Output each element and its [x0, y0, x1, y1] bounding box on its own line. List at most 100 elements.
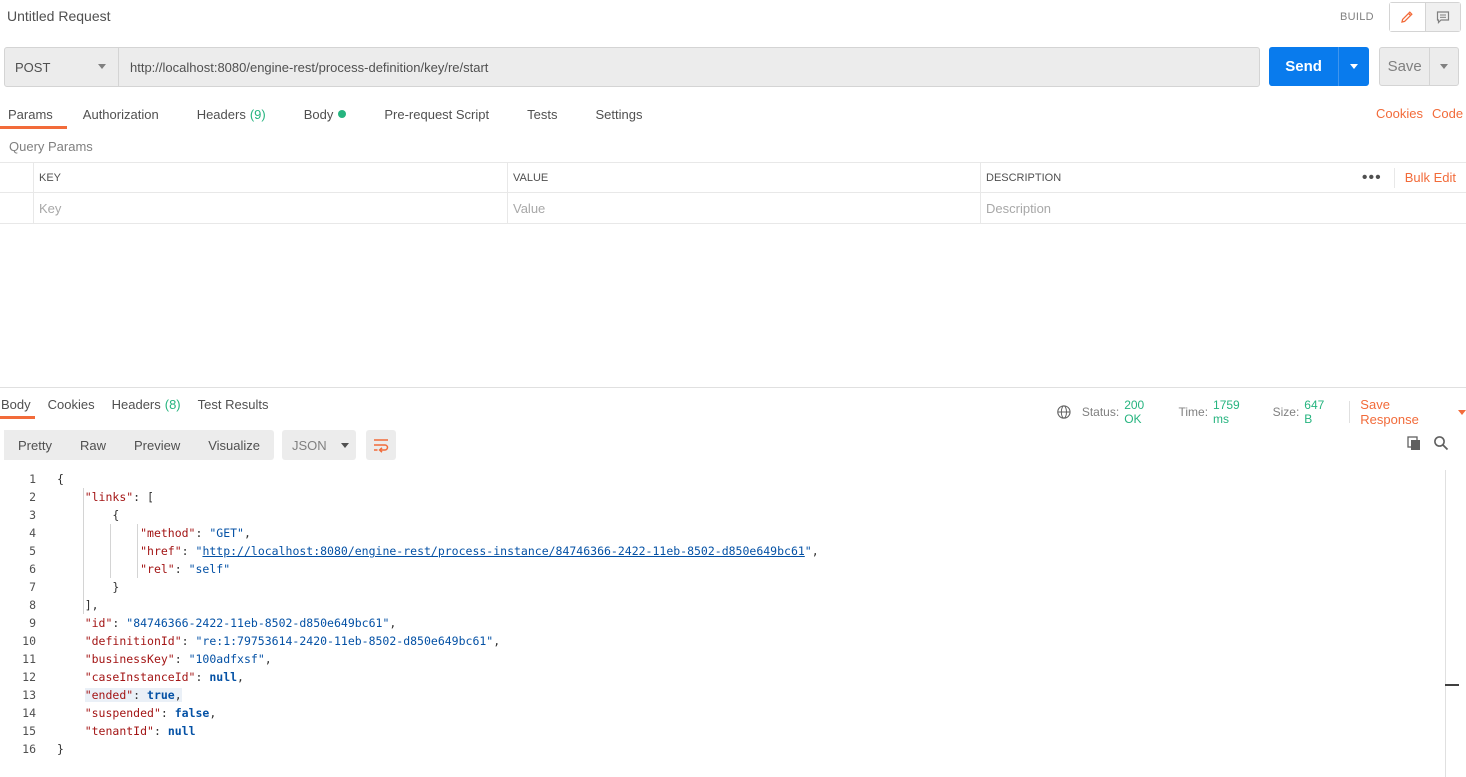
code-token: "ended" — [84, 688, 134, 702]
line-number: 8 — [29, 598, 36, 612]
key-input[interactable]: Key — [33, 193, 507, 223]
column-header-key: KEY — [33, 163, 507, 192]
search-icon[interactable] — [1433, 435, 1449, 451]
code-token: "href" — [140, 544, 182, 558]
code-line: 2 "links": [ — [0, 488, 1440, 506]
tab-authorization[interactable]: Authorization — [75, 100, 159, 128]
response-body-code[interactable]: 1{2 "links": [ 3 {4 "method": "GET", 5 "hr… — [0, 470, 1440, 758]
copy-icon[interactable] — [1406, 435, 1422, 451]
code-token: "method" — [140, 526, 196, 540]
cookies-link[interactable]: Cookies — [1376, 106, 1423, 121]
comments-button[interactable] — [1425, 3, 1460, 31]
save-dropdown[interactable] — [1429, 48, 1458, 85]
tab-params[interactable]: Params — [0, 100, 67, 129]
line-number: 6 — [29, 562, 36, 576]
code-token: false — [174, 706, 210, 720]
code-line: 6 "rel": "self" — [0, 560, 1440, 578]
column-header-label: DESCRIPTION — [986, 171, 1062, 184]
size-label: Size: — [1272, 405, 1300, 419]
code-text: "suspended": false, — [57, 706, 217, 720]
status-value[interactable]: 200 OK — [1124, 398, 1164, 426]
tab-label: Body — [1, 396, 31, 412]
query-params-title: Query Params — [9, 139, 93, 154]
tab-pre-request-script[interactable]: Pre-request Script — [376, 100, 489, 128]
tab-settings[interactable]: Settings — [587, 100, 642, 128]
line-number: 10 — [22, 634, 36, 648]
line-number: 3 — [29, 508, 36, 522]
tab-label: Test Results — [197, 396, 269, 412]
divider — [1349, 401, 1351, 423]
body-indicator-dot — [338, 110, 347, 118]
code-line: 1{ — [0, 470, 1440, 488]
line-number: 16 — [22, 742, 36, 756]
value-input[interactable]: Value — [507, 193, 980, 223]
code-token: : — [174, 562, 189, 576]
code-token: "id" — [84, 616, 113, 630]
comment-icon — [1436, 11, 1449, 24]
globe-icon[interactable] — [1056, 404, 1072, 420]
row-checkbox-column — [0, 163, 33, 192]
code-text: "caseInstanceId": null, — [57, 670, 244, 684]
tab-label: Authorization — [82, 106, 159, 122]
tab-label: Settings — [595, 106, 643, 122]
response-tab-headers[interactable]: Headers (8) — [111, 390, 181, 418]
format-select[interactable]: JSON — [282, 430, 356, 460]
href-link[interactable]: http://localhost:8080/engine-rest/proces… — [202, 544, 804, 558]
wrap-lines-button[interactable] — [366, 430, 396, 460]
response-tab-test-results[interactable]: Test Results — [197, 390, 269, 418]
response-tab-cookies[interactable]: Cookies — [47, 390, 95, 418]
method-select[interactable]: POST — [5, 48, 119, 86]
tab-headers[interactable]: Headers (9) — [189, 100, 266, 128]
mode-toggle[interactable] — [1389, 2, 1461, 32]
bulk-edit-link[interactable]: Bulk Edit — [1395, 170, 1466, 185]
row-checkbox-cell — [0, 193, 33, 223]
send-label: Send — [1285, 58, 1322, 75]
size-value[interactable]: 647 B — [1304, 398, 1335, 426]
send-dropdown[interactable] — [1338, 47, 1369, 86]
format-value: JSON — [292, 437, 327, 453]
code-line: 5 "href": "http://localhost:8080/engine-… — [0, 542, 1440, 560]
view-raw[interactable]: Raw — [66, 430, 120, 460]
save-response-button[interactable]: Save Response — [1360, 397, 1466, 427]
code-token: : — [153, 724, 168, 738]
code-line: 4 "method": "GET", — [0, 524, 1440, 542]
chevron-down-icon — [1440, 64, 1449, 69]
url-input[interactable] — [119, 48, 1259, 86]
line-number: 15 — [22, 724, 36, 738]
edit-mode-button[interactable] — [1390, 3, 1426, 31]
line-number: 7 — [29, 580, 36, 594]
code-text: "definitionId": "re:1:79753614-2420-11eb… — [57, 634, 500, 648]
code-link[interactable]: Code — [1432, 106, 1463, 121]
save-button[interactable]: Save — [1379, 47, 1459, 86]
scrollbar[interactable] — [1445, 470, 1446, 777]
status-label: Status: — [1081, 405, 1120, 419]
response-divider[interactable] — [0, 387, 1466, 388]
view-visualize[interactable]: Visualize — [194, 430, 274, 460]
code-token: "GET" — [209, 526, 244, 540]
code-line: 7 } — [0, 578, 1440, 596]
more-options-icon[interactable]: ••• — [1350, 167, 1395, 188]
tab-label: Tests — [527, 106, 558, 122]
send-button[interactable]: Send — [1269, 47, 1369, 86]
view-preview[interactable]: Preview — [120, 430, 194, 460]
response-tab-body[interactable]: Body — [0, 390, 35, 419]
request-title[interactable]: Untitled Request — [7, 8, 111, 24]
line-number: 11 — [22, 652, 36, 666]
description-input[interactable]: Description — [980, 193, 1466, 223]
request-tabs: Params Authorization Headers (9) Body Pre… — [0, 100, 672, 129]
tab-body[interactable]: Body — [296, 100, 347, 128]
view-pretty[interactable]: Pretty — [4, 430, 66, 460]
code-token: ], — [57, 598, 99, 612]
tab-tests[interactable]: Tests — [519, 100, 557, 128]
code-text: "businessKey": "100adfxsf", — [57, 652, 272, 666]
params-header-row: KEY VALUE DESCRIPTION ••• Bulk Edit — [0, 162, 1466, 193]
code-token: : — [133, 688, 148, 702]
time-value[interactable]: 1759 ms — [1213, 398, 1259, 426]
code-token: { — [57, 508, 120, 522]
code-text: } — [57, 580, 119, 594]
